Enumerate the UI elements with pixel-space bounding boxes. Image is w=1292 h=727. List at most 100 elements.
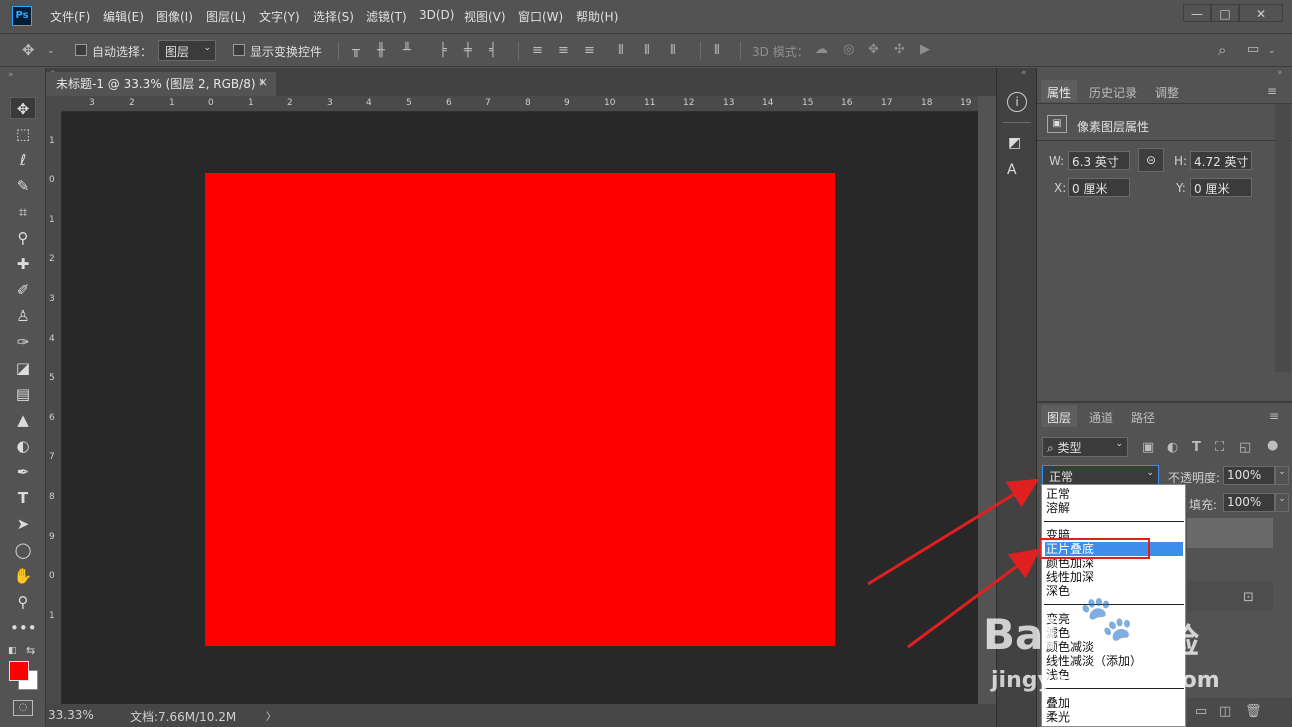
distribute-bottom-icon[interactable]: ≡ bbox=[584, 44, 595, 58]
search-icon[interactable]: ⌕ bbox=[1218, 43, 1226, 58]
distribute-right-icon[interactable]: ⦀ bbox=[670, 44, 676, 58]
show-transform-checkbox[interactable] bbox=[233, 44, 245, 56]
menu-help[interactable]: 帮助(H) bbox=[576, 8, 618, 25]
zoom-level[interactable]: 33.33% bbox=[48, 708, 94, 722]
chevron-down-icon[interactable]: ⌄ bbox=[47, 44, 55, 58]
menu-type[interactable]: 文字(Y) bbox=[259, 8, 300, 25]
info-icon[interactable]: i bbox=[1007, 92, 1027, 112]
filter-type-icon[interactable]: T bbox=[1192, 441, 1201, 455]
distribute-hcenter-icon[interactable]: ⦀ bbox=[644, 44, 650, 58]
chevron-down-icon[interactable]: ⌄ bbox=[1275, 466, 1289, 485]
align-hcenter-icon[interactable]: ╪ bbox=[464, 44, 472, 58]
3d-orbit-icon[interactable]: ☁ bbox=[815, 43, 828, 57]
workspace-icon[interactable]: ▭ bbox=[1247, 43, 1259, 57]
fill-field[interactable]: 100% bbox=[1223, 493, 1275, 512]
menu-image[interactable]: 图像(I) bbox=[156, 8, 193, 25]
minimize-button[interactable]: — bbox=[1183, 4, 1211, 22]
gradient-tool-icon[interactable]: ▤ bbox=[10, 383, 36, 405]
healing-brush-tool-icon[interactable]: ✚ bbox=[10, 253, 36, 275]
3d-slide-icon[interactable]: ✣ bbox=[894, 43, 905, 57]
height-field[interactable]: 4.72 英寸 bbox=[1190, 151, 1252, 170]
blend-option-soft-light[interactable]: 柔光 bbox=[1045, 710, 1183, 724]
blend-option-linear-burn[interactable]: 线性加深 bbox=[1045, 570, 1183, 584]
auto-select-checkbox[interactable] bbox=[75, 44, 87, 56]
collapse-arrows-icon[interactable]: » bbox=[1277, 68, 1283, 78]
panel-menu-icon[interactable]: ≡ bbox=[1269, 409, 1279, 423]
align-bottom-icon[interactable]: ╨ bbox=[403, 44, 411, 58]
close-tab-icon[interactable]: × bbox=[258, 75, 268, 89]
opacity-field[interactable]: 100% bbox=[1223, 466, 1275, 485]
align-vcenter-icon[interactable]: ╫ bbox=[377, 44, 385, 58]
move-tool-icon[interactable]: ✥ bbox=[22, 43, 35, 58]
blend-option-overlay[interactable]: 叠加 bbox=[1045, 696, 1183, 710]
ellipse-tool-icon[interactable]: ◯ bbox=[10, 539, 36, 561]
tab-adjustments[interactable]: 调整 bbox=[1149, 80, 1185, 102]
menu-file[interactable]: 文件(F) bbox=[50, 8, 90, 25]
layer-row-background[interactable] bbox=[1187, 581, 1273, 611]
blur-tool-icon[interactable]: ▲ bbox=[10, 409, 36, 431]
close-window-button[interactable]: ✕ bbox=[1239, 4, 1283, 22]
chevron-down-icon[interactable]: ⌄ bbox=[1268, 44, 1276, 58]
auto-select-dropdown[interactable]: 图层 ⌄ bbox=[158, 40, 216, 61]
width-field[interactable]: 6.3 英寸 bbox=[1068, 151, 1130, 170]
layer-filter-dropdown[interactable]: ⌕ 类型 ⌄ bbox=[1042, 437, 1128, 457]
filter-pixel-icon[interactable]: ▣ bbox=[1142, 441, 1154, 455]
type-tool-icon[interactable]: T bbox=[10, 487, 36, 509]
new-layer-icon[interactable]: ◫ bbox=[1219, 705, 1231, 719]
document-tab[interactable]: 未标题-1 @ 33.3% (图层 2, RGB/8) * × bbox=[46, 72, 276, 96]
menu-select[interactable]: 选择(S) bbox=[313, 8, 354, 25]
tab-paths[interactable]: 路径 bbox=[1125, 405, 1161, 427]
foreground-color-swatch[interactable] bbox=[9, 661, 29, 681]
distribute-top-icon[interactable]: ≡ bbox=[532, 44, 543, 58]
pen-tool-icon[interactable]: ✒ bbox=[10, 461, 36, 483]
marquee-tool-icon[interactable]: ⬚ bbox=[10, 123, 36, 145]
filter-adjustment-icon[interactable]: ◐ bbox=[1167, 441, 1178, 455]
adjustments-icon[interactable]: ◩ bbox=[1008, 135, 1021, 151]
status-menu-arrow-icon[interactable]: 〉 bbox=[266, 708, 276, 723]
filter-toggle-icon[interactable]: ● bbox=[1267, 439, 1278, 453]
tab-layers[interactable]: 图层 bbox=[1041, 405, 1078, 427]
collapse-arrows-icon[interactable]: « bbox=[1021, 68, 1027, 78]
menu-window[interactable]: 窗口(W) bbox=[518, 8, 563, 25]
zoom-tool-icon[interactable]: ⚲ bbox=[10, 591, 36, 613]
menu-layer[interactable]: 图层(L) bbox=[206, 8, 246, 25]
history-brush-tool-icon[interactable]: ✑ bbox=[10, 331, 36, 353]
lasso-tool-icon[interactable]: ℓ bbox=[10, 149, 36, 171]
tab-properties[interactable]: 属性 bbox=[1041, 80, 1078, 102]
default-colors-icon[interactable]: ◧ bbox=[8, 646, 17, 656]
more-tools-icon[interactable]: ••• bbox=[10, 617, 37, 639]
tab-history[interactable]: 历史记录 bbox=[1083, 80, 1143, 102]
layer-row-selected[interactable] bbox=[1187, 518, 1273, 548]
character-icon[interactable]: A bbox=[1007, 162, 1017, 178]
swap-colors-icon[interactable]: ⇆ bbox=[26, 644, 35, 657]
stamp-tool-icon[interactable]: ♙ bbox=[10, 305, 36, 327]
properties-scrollbar[interactable] bbox=[1275, 104, 1291, 372]
filter-smart-object-icon[interactable]: ◱ bbox=[1239, 441, 1251, 455]
new-group-icon[interactable]: ▭ bbox=[1195, 705, 1207, 719]
blend-option-dissolve[interactable]: 溶解 bbox=[1045, 501, 1183, 515]
align-right-icon[interactable]: ╡ bbox=[489, 44, 497, 58]
auto-align-icon[interactable]: ⦀ bbox=[714, 44, 720, 58]
filter-shape-icon[interactable]: ⛶ bbox=[1215, 441, 1224, 455]
distribute-left-icon[interactable]: ⦀ bbox=[618, 44, 624, 58]
dodge-tool-icon[interactable]: ◐ bbox=[10, 435, 36, 457]
eraser-tool-icon[interactable]: ◪ bbox=[10, 357, 36, 379]
menu-view[interactable]: 视图(V) bbox=[464, 8, 506, 25]
distribute-vcenter-icon[interactable]: ≡ bbox=[558, 44, 569, 58]
quick-select-tool-icon[interactable]: ✎ bbox=[10, 175, 36, 197]
menu-filter[interactable]: 滤镜(T) bbox=[366, 8, 407, 25]
blend-mode-dropdown[interactable]: 正常 ⌄ bbox=[1042, 465, 1159, 486]
canvas-workspace[interactable] bbox=[62, 112, 978, 704]
y-field[interactable]: 0 厘米 bbox=[1190, 178, 1252, 197]
move-tool-icon[interactable]: ✥ bbox=[10, 97, 36, 119]
link-icon[interactable]: ⊝ bbox=[1138, 148, 1164, 172]
blend-option-normal[interactable]: 正常 bbox=[1045, 487, 1183, 501]
path-select-tool-icon[interactable]: ➤ bbox=[10, 513, 36, 535]
align-top-icon[interactable]: ╥ bbox=[352, 44, 360, 58]
chevron-down-icon[interactable]: ⌄ bbox=[1275, 493, 1289, 512]
menu-edit[interactable]: 编辑(E) bbox=[103, 8, 144, 25]
crop-tool-icon[interactable]: ⌗ bbox=[10, 201, 36, 223]
align-left-icon[interactable]: ╞ bbox=[439, 44, 447, 58]
document-canvas[interactable] bbox=[205, 173, 835, 646]
menu-3d[interactable]: 3D(D) bbox=[419, 8, 454, 22]
